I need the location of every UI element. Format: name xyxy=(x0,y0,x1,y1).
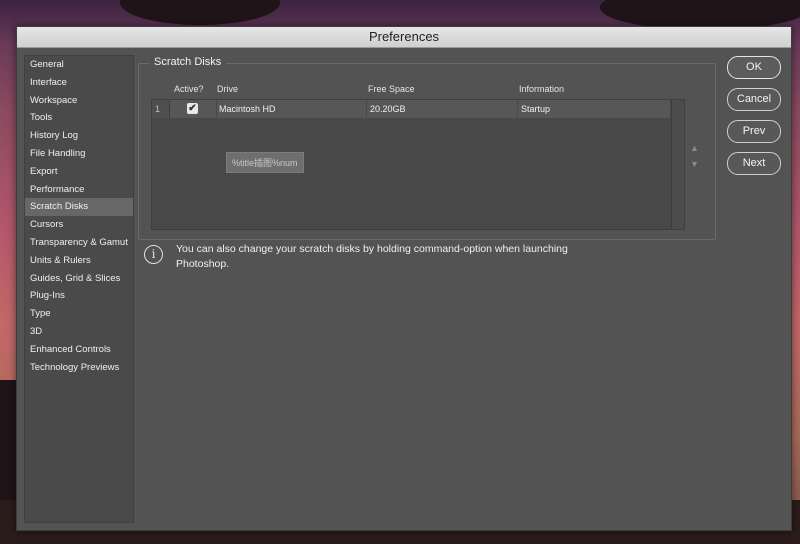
preferences-sidebar: General Interface Workspace Tools Histor… xyxy=(24,55,134,523)
tree-silhouette xyxy=(120,0,280,25)
active-cell: ✔ xyxy=(173,100,213,118)
sidebar-item-file-handling[interactable]: File Handling xyxy=(25,145,133,163)
free-space-cell: 20.20GB xyxy=(366,100,520,118)
sidebar-item-scratch-disks[interactable]: Scratch Disks xyxy=(25,198,133,217)
sidebar-item-performance[interactable]: Performance xyxy=(25,181,133,199)
info-icon: i xyxy=(144,245,163,264)
sidebar-item-workspace[interactable]: Workspace xyxy=(25,92,133,110)
cancel-button[interactable]: Cancel xyxy=(727,88,781,111)
sidebar-item-export[interactable]: Export xyxy=(25,163,133,181)
drive-cell: Macintosh HD xyxy=(216,100,369,118)
sidebar-item-history-log[interactable]: History Log xyxy=(25,127,133,145)
sidebar-item-interface[interactable]: Interface xyxy=(25,74,133,92)
sidebar-item-plug-ins[interactable]: Plug-Ins xyxy=(25,287,133,305)
sidebar-item-transparency-gamut[interactable]: Transparency & Gamut xyxy=(25,234,133,252)
window-title[interactable]: Preferences xyxy=(17,27,791,48)
column-information: Information xyxy=(519,84,565,94)
column-active: Active? xyxy=(174,84,204,94)
sidebar-item-3d[interactable]: 3D xyxy=(25,323,133,341)
sidebar-item-tools[interactable]: Tools xyxy=(25,109,133,127)
info-text: You can also change your scratch disks b… xyxy=(176,243,568,270)
sidebar-item-type[interactable]: Type xyxy=(25,305,133,323)
sidebar-item-enhanced-controls[interactable]: Enhanced Controls xyxy=(25,341,133,359)
active-checkbox[interactable]: ✔ xyxy=(187,103,198,114)
column-drive: Drive xyxy=(217,84,239,94)
panel-title: Scratch Disks xyxy=(149,56,227,68)
watermark-label: %title插图%num xyxy=(226,152,304,173)
information-cell: Startup xyxy=(517,100,671,118)
sidebar-item-units-rulers[interactable]: Units & Rulers xyxy=(25,252,133,270)
prev-button[interactable]: Prev xyxy=(727,120,781,143)
table-row[interactable]: 1 ✔ Macintosh HD 20.20GB Startup xyxy=(152,100,670,118)
sidebar-item-technology-previews[interactable]: Technology Previews xyxy=(25,359,133,377)
sidebar-item-guides-grid-slices[interactable]: Guides, Grid & Slices xyxy=(25,270,133,288)
move-up-icon[interactable]: ▲ xyxy=(690,140,699,156)
table-header: Active? Drive Free Space Information xyxy=(139,84,715,98)
reorder-arrows: ▲ ▼ xyxy=(690,140,699,172)
next-button[interactable]: Next xyxy=(727,152,781,175)
table-scrollbar[interactable] xyxy=(671,100,684,229)
scratch-disks-panel: Scratch Disks Active? Drive Free Space I… xyxy=(138,56,716,240)
ok-button[interactable]: OK xyxy=(727,56,781,79)
sidebar-item-cursors[interactable]: Cursors xyxy=(25,216,133,234)
row-index: 1 xyxy=(152,100,170,118)
column-free-space: Free Space xyxy=(368,84,415,94)
preferences-dialog: Preferences General Interface Workspace … xyxy=(16,26,792,531)
sidebar-item-general[interactable]: General xyxy=(25,56,133,74)
scratch-disk-table[interactable]: 1 ✔ Macintosh HD 20.20GB Startup %title插… xyxy=(151,99,685,230)
move-down-icon[interactable]: ▼ xyxy=(690,156,699,172)
